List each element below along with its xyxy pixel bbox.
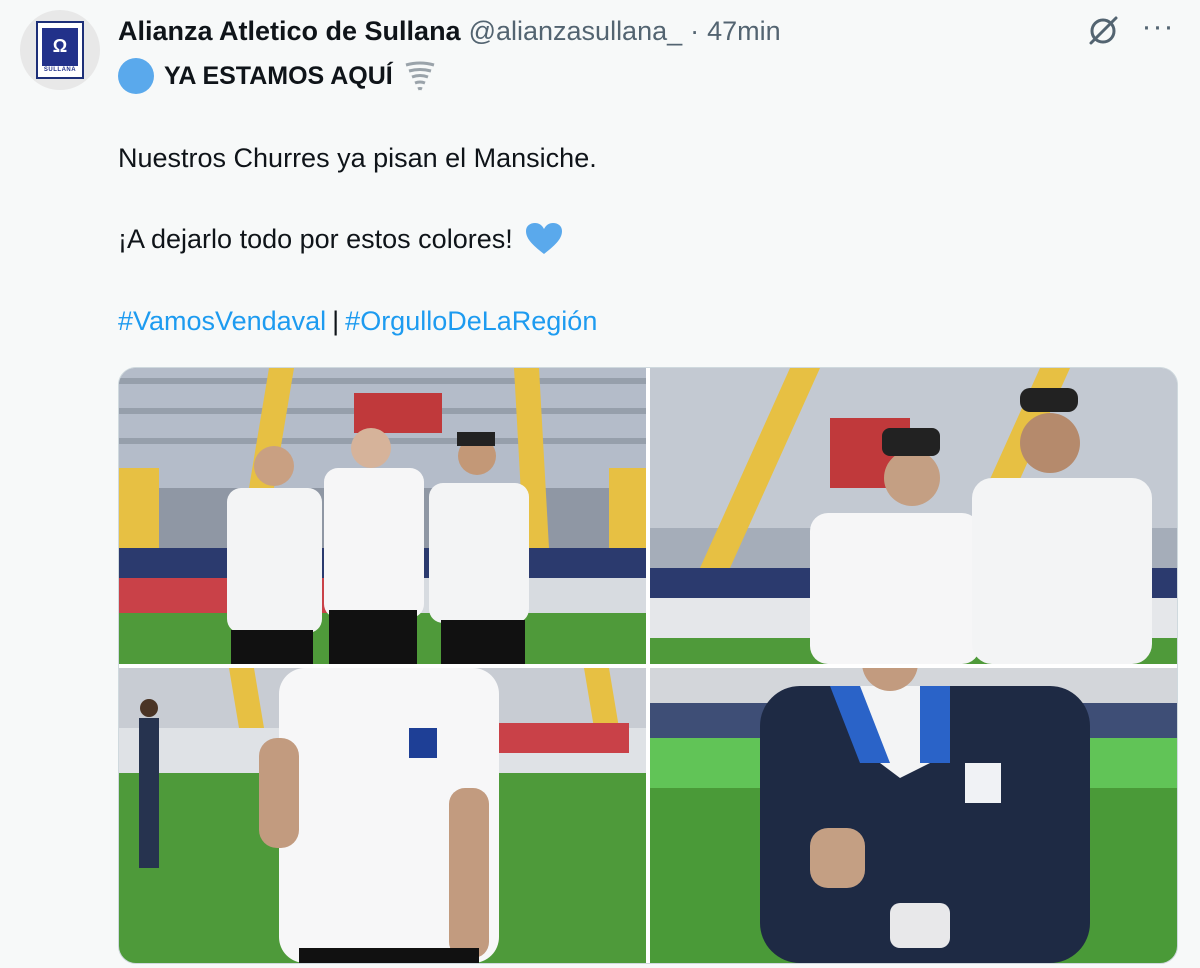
more-icon[interactable]: ··· <box>1140 12 1176 44</box>
tornado-icon <box>403 59 437 93</box>
club-crest-icon: Ω SULLANA <box>36 21 84 79</box>
paragraph-1-text: Nuestros Churres ya pisan el Mansiche. <box>118 143 597 173</box>
author-handle[interactable]: @alianzasullana_ <box>469 14 683 48</box>
grok-icon[interactable] <box>1086 14 1120 48</box>
tweet-time[interactable]: 47min <box>707 14 781 48</box>
paragraph-1: Nuestros Churres ya pisan el Mansiche. <box>118 141 597 175</box>
photo-player-thumbs-up-white[interactable] <box>119 668 646 963</box>
headline-text: YA ESTAMOS AQUÍ <box>164 61 393 90</box>
photo-goalkeeper-dark-jacket[interactable] <box>650 668 1177 963</box>
hashtag-vamosvendaval[interactable]: #VamosVendaval <box>118 306 326 336</box>
paragraph-2-text: ¡A dejarlo todo por estos colores! <box>118 224 513 254</box>
media-grid <box>118 367 1178 964</box>
blue-circle-icon <box>118 58 154 94</box>
photo-three-players-stadium[interactable] <box>119 368 646 664</box>
hashtag-separator: | <box>332 306 340 336</box>
hashtags: #VamosVendaval | #OrgulloDeLaRegión <box>118 304 597 338</box>
hashtag-orgullodelaregion[interactable]: #OrgulloDeLaRegión <box>345 306 597 336</box>
avatar[interactable]: Ω SULLANA <box>20 10 100 90</box>
author-name[interactable]: Alianza Atletico de Sullana <box>118 14 461 48</box>
headline: YA ESTAMOS AQUÍ <box>118 58 437 94</box>
tweet-header: Alianza Atletico de Sullana @alianzasull… <box>118 14 1070 48</box>
paragraph-2: ¡A dejarlo todo por estos colores! <box>118 222 563 256</box>
blue-heart-icon <box>525 222 563 256</box>
meta-separator: · <box>690 16 700 46</box>
photo-two-players-stands[interactable] <box>650 368 1177 664</box>
